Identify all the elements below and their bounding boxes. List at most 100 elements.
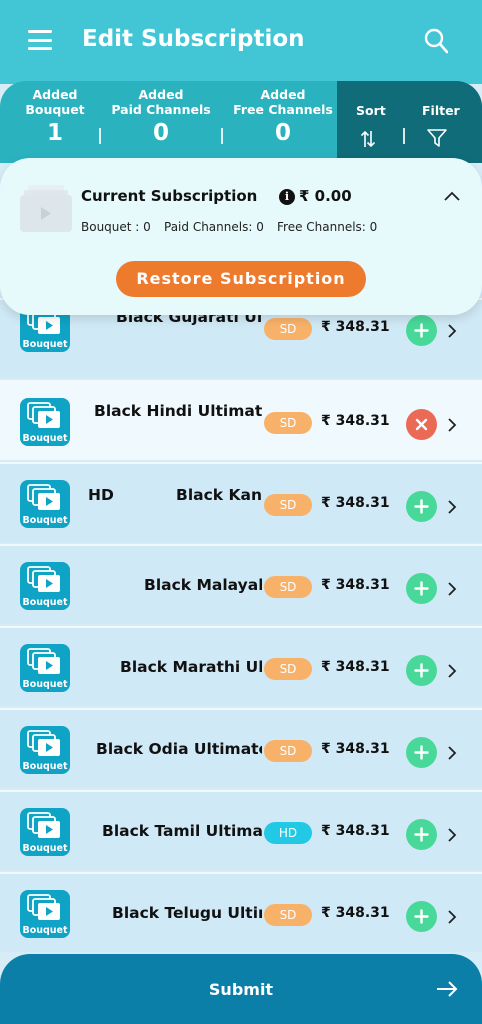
bouquet-badge-label: Bouquet — [22, 339, 68, 350]
divider — [99, 128, 101, 144]
app-header: Edit Subscription — [0, 0, 482, 84]
add-bouquet-button[interactable] — [406, 655, 437, 686]
quality-tag: SD — [264, 412, 312, 434]
hamburger-menu-icon[interactable] — [28, 30, 52, 50]
stat-label: Paid Channels — [111, 102, 211, 117]
bouquet-badge-icon: Bouquet — [20, 808, 70, 856]
bouquet-name: Black Marathi Ultimate — [120, 658, 262, 676]
sort-label[interactable]: Sort — [356, 103, 386, 118]
current-subscription-card: Current Subscription i ₹ 0.00 Bouquet : … — [0, 158, 482, 315]
add-bouquet-button[interactable] — [406, 901, 437, 932]
bouquet-name-container: Black Malayalam — [80, 576, 262, 600]
bouquet-badge-label: Bouquet — [22, 433, 68, 444]
chevron-right-icon[interactable] — [446, 909, 458, 925]
current-subscription-title: Current Subscription — [81, 187, 258, 205]
bouquet-badge-label: Bouquet — [22, 597, 68, 608]
submit-button[interactable]: Submit — [0, 954, 482, 1024]
bouquet-price: ₹ 348.31 — [321, 319, 390, 335]
bouquet-price: ₹ 348.31 — [321, 413, 390, 429]
bouquet-badge-icon: Bouquet — [20, 398, 70, 446]
chevron-right-icon[interactable] — [446, 827, 458, 843]
divider — [403, 128, 405, 144]
bouquet-name-container: Black Telugu Ultimate — [80, 904, 262, 928]
page-title: Edit Subscription — [82, 26, 305, 52]
stat-label: Added — [138, 87, 184, 102]
added-bouquet-stat: Added Bouquet 1 — [22, 87, 88, 146]
chevron-right-icon[interactable] — [446, 663, 458, 679]
added-free-count: 0 — [274, 120, 291, 146]
added-bouquet-count: 1 — [46, 120, 63, 146]
quality-tag: SD — [264, 658, 312, 680]
sort-filter-panel: Sort Filter — [337, 81, 482, 163]
filter-funnel-icon[interactable] — [426, 128, 448, 148]
chevron-up-icon[interactable] — [443, 189, 461, 203]
bouquet-badge-icon: Bouquet — [20, 480, 70, 528]
bouquet-name-container: Black Marathi Ultimate — [80, 658, 262, 682]
bouquet-quality-prefix: HD — [88, 486, 114, 504]
bouquet-name: Black Telugu Ultimate — [112, 904, 262, 922]
bouquet-badge-label: Bouquet — [22, 515, 68, 526]
bouquet-badge-icon: Bouquet — [20, 644, 70, 692]
quality-tag: HD — [264, 822, 312, 844]
bouquet-row[interactable]: Bouquet Black Telugu Ultimate SD ₹ 348.3… — [0, 872, 482, 952]
bouquet-row[interactable]: Bouquet Black Tamil Ultimate HD ₹ 348.31 — [0, 790, 482, 870]
bouquet-row[interactable]: Bouquet Black Odia Ultimate SD ₹ 348.31 — [0, 708, 482, 788]
quality-tag: SD — [264, 494, 312, 516]
divider — [221, 128, 223, 144]
quality-tag: SD — [264, 740, 312, 762]
bouquet-price: ₹ 348.31 — [321, 577, 390, 593]
remove-bouquet-button[interactable] — [406, 409, 437, 440]
added-paid-stat: Added Paid Channels 0 — [110, 87, 212, 146]
bouquet-row[interactable]: Bouquet Black Marathi Ultimate SD ₹ 348.… — [0, 626, 482, 706]
bouquet-name-container: Black Tamil Ultimate — [80, 822, 262, 846]
add-bouquet-button[interactable] — [406, 573, 437, 604]
chevron-right-icon[interactable] — [446, 581, 458, 597]
bouquet-badge-label: Bouquet — [22, 925, 68, 936]
filter-label[interactable]: Filter — [422, 103, 460, 118]
current-amount: ₹ 0.00 — [299, 187, 352, 205]
chevron-right-icon[interactable] — [446, 499, 458, 515]
add-bouquet-button[interactable] — [406, 737, 437, 768]
stat-label: Added — [260, 87, 306, 102]
paid-channels-count: Paid Channels: 0 — [164, 220, 264, 234]
bouquet-row[interactable]: Bouquet Black Hindi Ultimate SD ₹ 348.31 — [0, 380, 482, 460]
stat-label: Bouquet — [25, 102, 85, 117]
bouquet-row[interactable]: Bouquet Black Malayalam SD ₹ 348.31 — [0, 544, 482, 624]
bouquet-badge-label: Bouquet — [22, 843, 68, 854]
chevron-right-icon[interactable] — [446, 417, 458, 433]
bouquet-name-container: Black Hindi Ultimate — [80, 402, 262, 426]
quality-tag: SD — [264, 576, 312, 598]
bouquet-name: Black Tamil Ultimate — [102, 822, 262, 840]
sort-arrows-icon[interactable] — [360, 129, 376, 149]
chevron-right-icon[interactable] — [446, 323, 458, 339]
stats-bar: Added Bouquet 1 Added Paid Channels 0 Ad… — [0, 81, 482, 163]
bouquet-price: ₹ 348.31 — [321, 495, 390, 511]
bouquet-price: ₹ 348.31 — [321, 741, 390, 757]
bouquet-row[interactable]: Bouquet HD Black Kannada SD ₹ 348.31 — [0, 462, 482, 542]
search-icon[interactable] — [424, 28, 448, 54]
stat-label: Free Channels — [233, 102, 333, 117]
bouquet-name-container: Black Odia Ultimate — [80, 740, 262, 764]
add-bouquet-button[interactable] — [406, 491, 437, 522]
bouquet-price: ₹ 348.31 — [321, 905, 390, 921]
bouquet-name: Black Malayalam — [144, 576, 262, 594]
bouquet-badge-icon: Bouquet — [20, 890, 70, 938]
add-bouquet-button[interactable] — [406, 315, 437, 346]
stat-label: Added — [32, 87, 78, 102]
arrow-right-icon — [437, 981, 458, 997]
bouquet-price: ₹ 348.31 — [321, 823, 390, 839]
bouquet-price: ₹ 348.31 — [321, 659, 390, 675]
bouquet-name-container: HD Black Kannada — [80, 486, 262, 510]
chevron-right-icon[interactable] — [446, 745, 458, 761]
quality-tag: SD — [264, 318, 312, 340]
subscription-thumbnail-icon — [20, 185, 72, 232]
bouquet-name: Black Kannada — [176, 486, 262, 504]
added-free-stat: Added Free Channels 0 — [232, 87, 334, 146]
restore-subscription-button[interactable]: Restore Subscription — [116, 261, 366, 297]
info-icon[interactable]: i — [279, 189, 295, 205]
bouquet-badge-icon: Bouquet — [20, 562, 70, 610]
bouquet-badge-icon: Bouquet — [20, 726, 70, 774]
bouquet-badge-label: Bouquet — [22, 679, 68, 690]
free-channels-count: Free Channels: 0 — [277, 220, 378, 234]
add-bouquet-button[interactable] — [406, 819, 437, 850]
